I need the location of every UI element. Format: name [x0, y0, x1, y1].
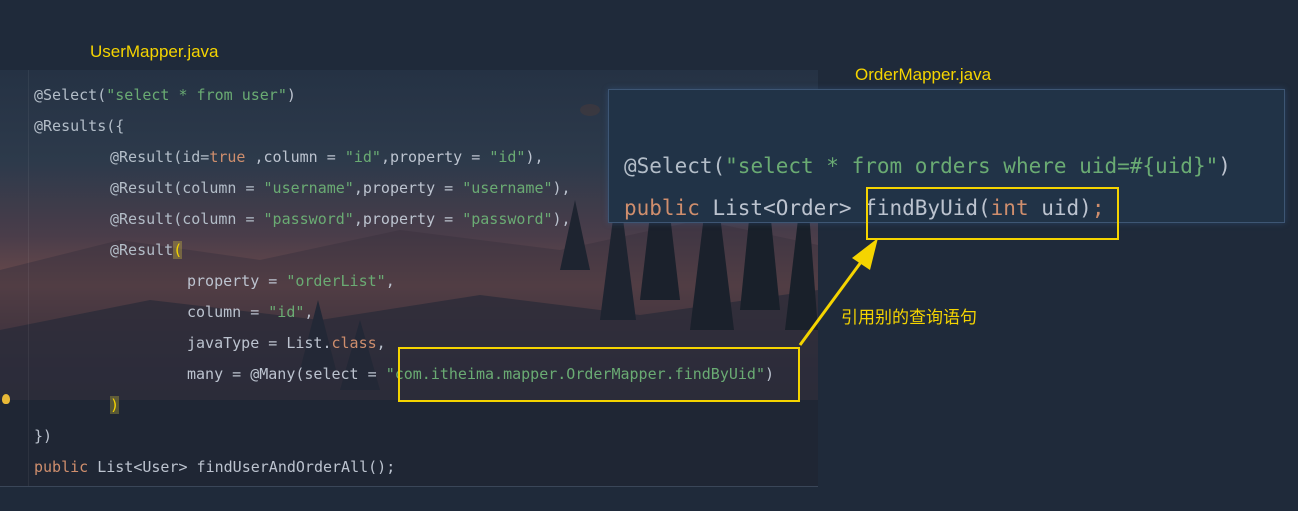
- code-token: many = @Many(select =: [187, 365, 386, 383]
- matched-brace: ): [110, 396, 120, 414]
- matched-brace: (: [173, 241, 183, 259]
- code-token: public: [34, 458, 89, 476]
- code-token: "select * from user": [106, 86, 287, 104]
- code-line: @Result(column = "password",property = "…: [110, 210, 571, 228]
- code-token: class: [331, 334, 377, 352]
- code-token: @Result(id=: [110, 148, 210, 166]
- user-mapper-file-label: UserMapper.java: [90, 42, 219, 61]
- order-mapper-file-label: OrderMapper.java: [855, 65, 992, 84]
- code-token: }): [34, 427, 53, 445]
- code-line: property = "orderList",: [187, 272, 395, 290]
- editor-gutter: [28, 70, 29, 486]
- code-token: @Result(column =: [110, 179, 264, 197]
- code-token: "password": [462, 210, 553, 228]
- highlight-box-find-by-uid: [866, 187, 1119, 240]
- code-token: "id": [489, 148, 526, 166]
- code-token: public: [624, 196, 700, 220]
- code-line: @Result(id=true ,column = "id",property …: [110, 148, 544, 166]
- code-line: ): [110, 396, 120, 414]
- highlight-box-select-reference: [398, 347, 800, 402]
- code-token: "password": [263, 210, 354, 228]
- code-token: "id": [268, 303, 305, 321]
- code-token: @Select(: [624, 154, 726, 178]
- code-token: ),: [525, 148, 544, 166]
- code-token: ): [286, 86, 296, 104]
- code-token: ,: [385, 272, 395, 290]
- code-line: @Select("select * from user"): [34, 86, 296, 104]
- code-token: ),: [552, 179, 571, 197]
- code-token: List<User> findUserAndOrderAll();: [88, 458, 396, 476]
- code-token: @Select(: [34, 86, 107, 104]
- code-token: @Result: [110, 241, 174, 259]
- code-line: @Result(: [110, 241, 183, 259]
- code-token: ,: [376, 334, 386, 352]
- code-token: "orderList": [286, 272, 386, 290]
- code-token: ,column =: [245, 148, 345, 166]
- code-line: @Results({: [34, 117, 124, 135]
- code-token: @Results({: [34, 117, 125, 135]
- code-token: @Result(column =: [110, 210, 264, 228]
- code-line: @Select("select * from orders where uid=…: [624, 154, 1231, 178]
- code-token: "select * from orders where uid=#{uid}": [725, 154, 1219, 178]
- code-token: "username": [263, 179, 354, 197]
- annotation-label: 引用别的查询语句: [841, 308, 977, 327]
- code-line: column = "id",: [187, 303, 313, 321]
- code-token: "id": [344, 148, 381, 166]
- code-token: ): [1218, 154, 1231, 178]
- code-token: ,: [304, 303, 314, 321]
- code-token: "username": [462, 179, 553, 197]
- code-line: @Result(column = "username",property = "…: [110, 179, 571, 197]
- code-token: ),: [552, 210, 571, 228]
- code-token: ,property =: [353, 179, 463, 197]
- code-token: column =: [187, 303, 269, 321]
- code-line: javaType = List.class,: [187, 334, 386, 352]
- code-line: }): [34, 427, 52, 445]
- code-line: public List<User> findUserAndOrderAll();: [34, 458, 395, 476]
- code-token: true: [209, 148, 246, 166]
- lightbulb-icon[interactable]: [2, 394, 10, 404]
- code-token: javaType = List.: [187, 334, 332, 352]
- code-token: property =: [187, 272, 287, 290]
- code-token: ,property =: [353, 210, 463, 228]
- code-token: ,property =: [380, 148, 490, 166]
